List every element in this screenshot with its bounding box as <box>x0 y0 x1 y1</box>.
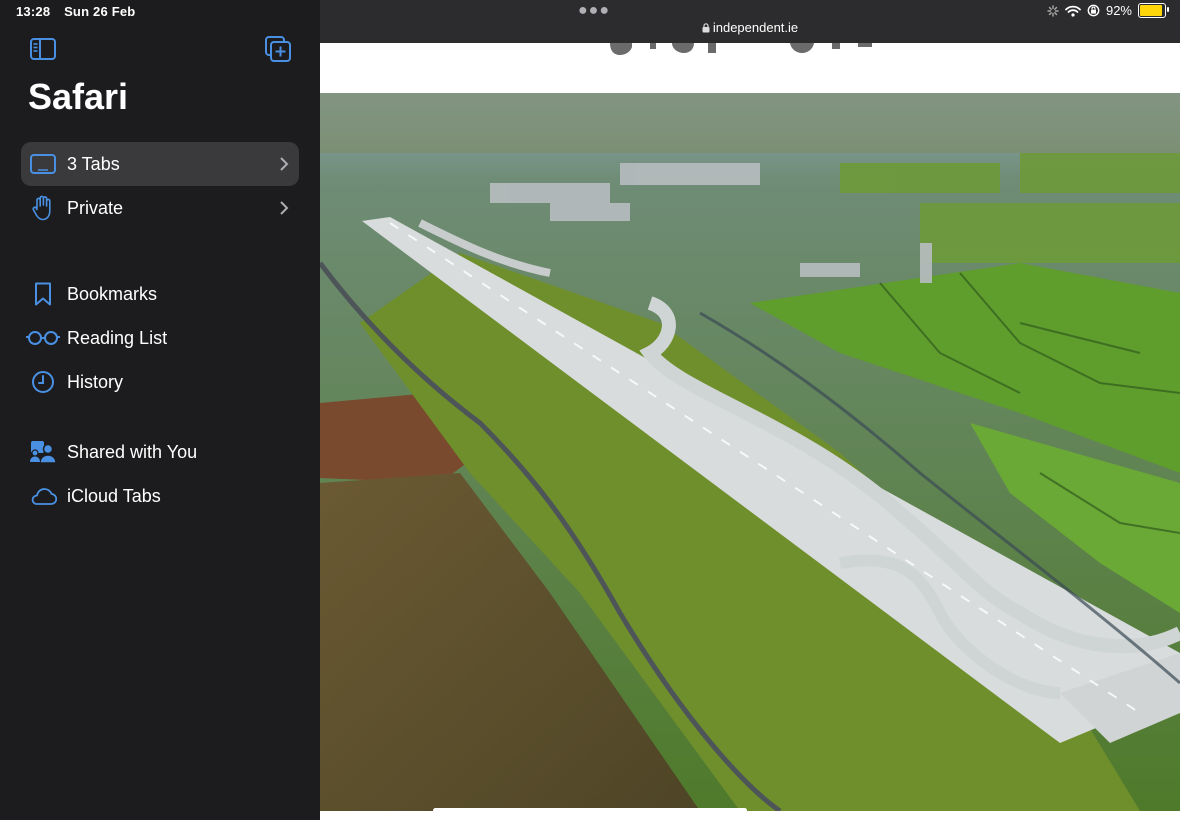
sidebar-item-bookmarks[interactable]: Bookmarks <box>21 272 299 316</box>
aerial-airport-runway-photo <box>320 93 1180 811</box>
clock-icon <box>21 370 65 394</box>
loading-indicator-icon <box>1047 4 1059 17</box>
new-tab-group-icon[interactable] <box>265 36 291 62</box>
sidebar-item-label: Bookmarks <box>67 283 158 304</box>
chevron-right-icon <box>269 201 299 215</box>
sidebar: 13:28 Sun 26 Feb Safari 3 Tabs Private B… <box>0 0 320 820</box>
tab-group-private[interactable]: Private <box>21 186 299 230</box>
article-headline-cropped <box>320 43 1180 93</box>
sidebar-item-label: History <box>67 371 124 392</box>
people-icon <box>21 440 65 464</box>
clock-time: 13:28 <box>16 4 51 19</box>
sidebar-item-icloud-tabs[interactable]: iCloud Tabs <box>21 474 299 518</box>
sidebar-item-shared-with-you[interactable]: Shared with You <box>21 430 299 474</box>
address-bar: ●●● independent.ie 92% <box>320 0 1180 43</box>
home-indicator <box>433 808 747 813</box>
lock-icon <box>702 23 710 33</box>
clock-date: Sun 26 Feb <box>64 4 136 19</box>
bookmark-icon <box>21 282 65 306</box>
tab-group-3-tabs[interactable]: 3 Tabs <box>21 142 299 186</box>
sidebar-item-reading-list[interactable]: Reading List <box>21 316 299 360</box>
tab-group-label: Private <box>67 197 124 218</box>
sidebar-item-label: iCloud Tabs <box>67 485 161 506</box>
tablet-icon <box>21 154 65 174</box>
url-field[interactable]: independent.ie <box>320 20 1180 35</box>
battery-icon <box>1138 3 1169 18</box>
tab-group-label: 3 Tabs <box>67 153 120 174</box>
cloud-icon <box>21 486 65 506</box>
orientation-lock-icon <box>1087 4 1100 17</box>
sidebar-toggle-icon[interactable] <box>30 38 56 60</box>
more-dots-icon[interactable]: ●●● <box>578 2 610 20</box>
url-text: independent.ie <box>712 20 799 35</box>
sidebar-title: Safari <box>28 76 129 117</box>
battery-percent: 92% <box>1105 3 1132 18</box>
sidebar-item-history[interactable]: History <box>21 360 299 404</box>
status-time: 13:28 Sun 26 Feb <box>16 4 145 19</box>
sidebar-item-label: Reading List <box>67 327 168 348</box>
glasses-icon <box>21 330 65 346</box>
sidebar-item-label: Shared with You <box>67 441 198 462</box>
status-indicators: 92% <box>1047 3 1169 18</box>
hand-icon <box>21 195 65 221</box>
chevron-right-icon <box>269 157 299 171</box>
wifi-icon <box>1065 5 1081 17</box>
cropped-headline-glyphs <box>610 43 872 55</box>
browser-pane: ●●● independent.ie 92% <box>320 0 1180 820</box>
